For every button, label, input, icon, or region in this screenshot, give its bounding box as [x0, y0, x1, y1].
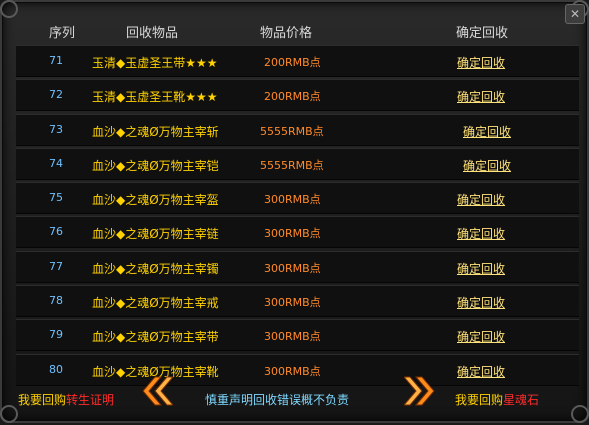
- item-name: 血沙◆之魂Ø万物主宰斩: [92, 124, 219, 139]
- buyback-left-prefix: 我要回购: [18, 393, 67, 407]
- item-name: 血沙◆之魂Ø万物主宰铠: [92, 158, 219, 173]
- close-icon: ✕: [569, 7, 581, 21]
- item-name: 血沙◆之魂Ø万物主宰带: [92, 330, 219, 345]
- header-no: 序列: [49, 26, 76, 41]
- confirm-recycle-link[interactable]: 确定回收: [463, 123, 511, 140]
- table-row: 79 血沙◆之魂Ø万物主宰带 300RMB点 确定回收: [16, 319, 579, 352]
- item-name: 血沙◆之魂Ø万物主宰戒: [92, 296, 219, 311]
- header-price: 物品价格: [260, 26, 313, 41]
- row-number: 73: [49, 122, 63, 136]
- item-price: 5555RMB点: [260, 158, 324, 172]
- table-row: 71 玉清◆玉虚圣王带★★★ 200RMB点 确定回收: [16, 45, 579, 77]
- table-row: 75 血沙◆之魂Ø万物主宰盔 300RMB点 确定回收: [16, 182, 579, 215]
- confirm-recycle-link[interactable]: 确定回收: [457, 88, 505, 105]
- item-price: 300RMB点: [264, 296, 321, 310]
- buyback-left-link[interactable]: 转生证明: [66, 393, 114, 407]
- row-number: 71: [49, 54, 63, 67]
- item-price: 300RMB点: [264, 261, 321, 275]
- row-number: 79: [49, 328, 63, 342]
- confirm-recycle-link[interactable]: 确定回收: [457, 54, 505, 71]
- table-row: 73 血沙◆之魂Ø万物主宰斩 5555RMB点 确定回收: [16, 113, 579, 146]
- double-chevron-right-icon[interactable]: [404, 374, 438, 408]
- table-header: 序列 回收物品 物品价格 确定回收: [16, 16, 571, 44]
- footer-bar: 我要回购转生证明 慎重声明回收错误概不负责 我要回购星魂石: [2, 366, 589, 425]
- recycle-table: 71 玉清◆玉虚圣王带★★★ 200RMB点 确定回收 72 玉清◆玉虚圣王靴★…: [16, 45, 579, 388]
- item-price: 300RMB点: [264, 227, 321, 241]
- item-name: 玉清◆玉虚圣王靴★★★: [92, 90, 218, 105]
- item-price: 300RMB点: [264, 330, 321, 344]
- item-name: 血沙◆之魂Ø万物主宰盔: [92, 193, 219, 208]
- buyback-right-link[interactable]: 星魂石: [503, 393, 539, 407]
- header-action: 确定回收: [456, 26, 509, 41]
- table-row: 77 血沙◆之魂Ø万物主宰镯 300RMB点 确定回收: [16, 250, 579, 283]
- buyback-right[interactable]: 我要回购星魂石: [455, 391, 539, 408]
- header-item: 回收物品: [126, 26, 179, 41]
- item-name: 血沙◆之魂Ø万物主宰镯: [92, 261, 219, 276]
- item-price: 200RMB点: [264, 90, 321, 104]
- confirm-recycle-link[interactable]: 确定回收: [457, 225, 505, 242]
- table-row: 76 血沙◆之魂Ø万物主宰链 300RMB点 确定回收: [16, 216, 579, 249]
- item-price: 5555RMB点: [260, 124, 324, 138]
- confirm-recycle-link[interactable]: 确定回收: [457, 191, 505, 208]
- recycle-window: ✕ 序列 回收物品 物品价格 确定回收 71 玉清◆玉虚圣王带★★★ 200RM…: [0, 0, 589, 423]
- double-chevron-left-icon[interactable]: [139, 374, 173, 408]
- confirm-recycle-link[interactable]: 确定回收: [463, 157, 511, 174]
- table-row: 78 血沙◆之魂Ø万物主宰戒 300RMB点 确定回收: [16, 285, 579, 318]
- row-number: 78: [49, 294, 63, 308]
- item-name: 血沙◆之魂Ø万物主宰链: [92, 227, 219, 242]
- confirm-recycle-link[interactable]: 确定回收: [457, 328, 505, 345]
- row-number: 77: [49, 259, 63, 273]
- table-row: 74 血沙◆之魂Ø万物主宰铠 5555RMB点 确定回收: [16, 147, 579, 180]
- item-price: 200RMB点: [264, 56, 321, 69]
- buyback-left[interactable]: 我要回购转生证明: [18, 391, 114, 408]
- disclaimer-notice: 慎重声明回收错误概不负责: [205, 393, 350, 407]
- confirm-recycle-link[interactable]: 确定回收: [457, 294, 505, 311]
- row-number: 74: [49, 156, 63, 170]
- item-price: 300RMB点: [264, 193, 321, 207]
- buyback-right-prefix: 我要回购: [455, 393, 504, 407]
- row-number: 72: [49, 88, 63, 102]
- row-number: 75: [49, 191, 63, 205]
- item-name: 玉清◆玉虚圣王带★★★: [92, 56, 218, 70]
- table-row: 72 玉清◆玉虚圣王靴★★★ 200RMB点 确定回收: [16, 79, 579, 112]
- confirm-recycle-link[interactable]: 确定回收: [457, 260, 505, 277]
- row-number: 76: [49, 225, 63, 239]
